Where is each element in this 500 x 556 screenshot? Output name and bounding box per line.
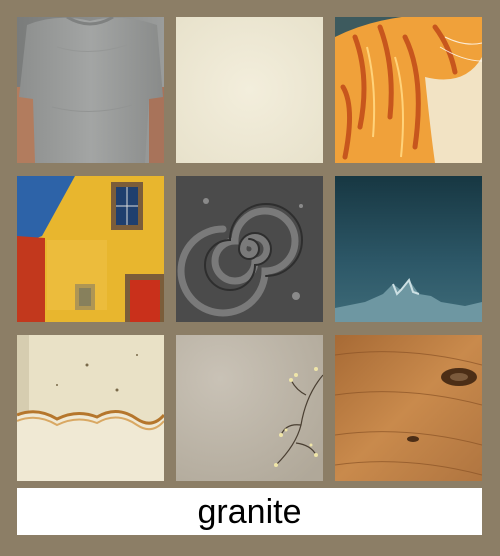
caption-text: granite [197,492,302,531]
teal-mountain-tile[interactable] [335,176,482,322]
image-grid [17,17,482,481]
captcha-frame: granite [0,0,500,556]
concrete-branch-tile[interactable] [176,335,323,481]
stone-spiral-image [176,176,323,322]
tshirt-tile[interactable] [17,17,164,163]
cream-paper-tile[interactable] [176,17,323,163]
painted-house-tile[interactable] [17,176,164,322]
orange-fur-tile[interactable] [335,17,482,163]
stained-plaster-image [17,335,164,481]
wood-knot-tile[interactable] [335,335,482,481]
tshirt-image [17,17,164,163]
wood-knot-image [335,335,482,481]
cream-paper-image [176,17,323,163]
painted-house-image [17,176,164,322]
stone-spiral-tile[interactable] [176,176,323,322]
teal-mountain-image [335,176,482,322]
orange-fur-image [335,17,482,163]
caption-bar: granite [17,488,482,535]
concrete-branch-image [176,335,323,481]
stained-plaster-tile[interactable] [17,335,164,481]
